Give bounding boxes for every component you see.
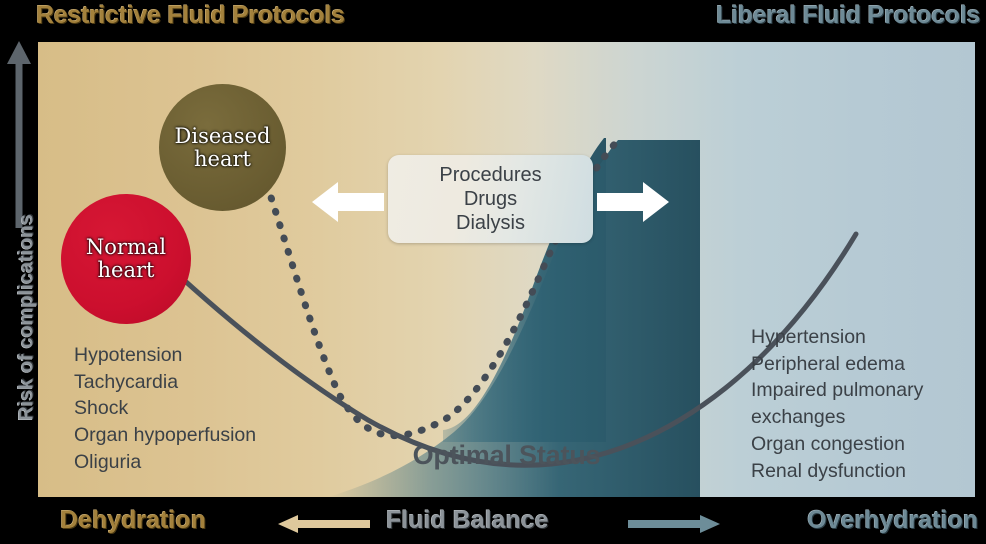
arrow-right-white-icon [597, 182, 669, 222]
title-liberal-fluid-protocols: Liberal Fluid Protocols [716, 1, 980, 29]
arrow-left-tan-icon [278, 515, 370, 533]
bubble-normal-heart[interactable]: Normal heart [61, 194, 191, 324]
title-restrictive-fluid-protocols: Restrictive Fluid Protocols [36, 1, 345, 29]
treatment-line-procedures: Procedures [439, 164, 542, 186]
arrow-left-white-icon [312, 182, 384, 222]
list-item: Hypertension [751, 326, 866, 348]
bubble-diseased-heart[interactable]: Diseased heart [159, 84, 286, 211]
chart-panel: Diseased heart Normal heart Procedures D… [38, 42, 975, 497]
arrow-right-teal-icon [628, 515, 720, 533]
list-item: Shock [74, 397, 129, 420]
y-axis: Risk of complications [0, 36, 38, 506]
list-item: Tachycardia [74, 370, 179, 393]
optimal-status-label: Optimal Status [412, 440, 601, 470]
treatment-options-box[interactable]: Procedures Drugs Dialysis [388, 155, 593, 243]
list-item: Hypotension [74, 344, 183, 366]
bubble-diseased-line1: Diseased [174, 123, 271, 148]
list-item: Peripheral edema [751, 352, 905, 375]
bubble-normal-line1: Normal [85, 235, 167, 260]
x-axis-label-dehydration: Dehydration [60, 506, 206, 534]
x-axis-label-fluid-balance: Fluid Balance [386, 506, 549, 534]
treatment-line-dialysis: Dialysis [456, 212, 525, 234]
bubble-diseased-line2: heart [194, 146, 251, 171]
diagram-root: Restrictive Fluid Protocols Liberal Flui… [0, 0, 986, 544]
treatment-line-drugs: Drugs [463, 188, 518, 210]
bubble-normal-line2: heart [97, 258, 155, 282]
list-item: Impaired pulmonary [751, 379, 924, 402]
x-axis-bar: Dehydration Fluid Balance Overhydration [0, 500, 986, 544]
x-axis-label-overhydration: Overhydration [807, 506, 978, 534]
y-axis-label: Risk of complications [15, 214, 38, 421]
list-item: exchanges [751, 406, 846, 429]
